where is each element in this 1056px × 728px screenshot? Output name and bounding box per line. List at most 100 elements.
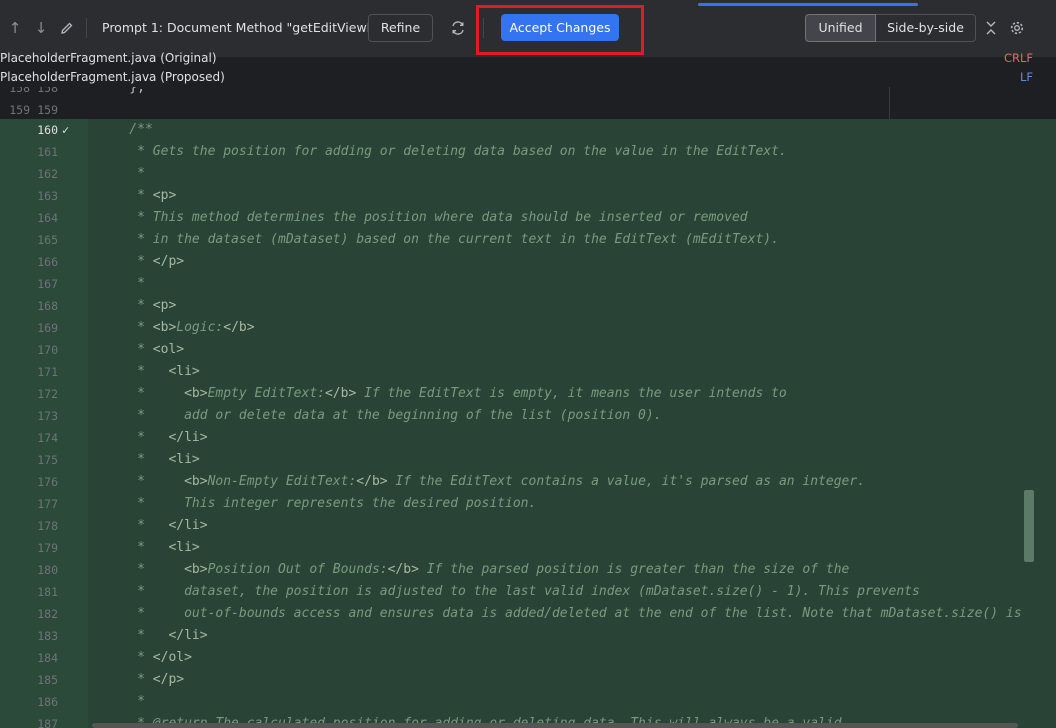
new-line-number: 159 — [37, 103, 58, 117]
added-line: 186 * — [0, 691, 1040, 713]
added-line: 183 * </li> — [0, 625, 1040, 647]
code-text: * </p> — [98, 254, 185, 269]
added-line: 168 * <p> — [0, 295, 1040, 317]
code-text: * <li> — [98, 364, 200, 379]
code-text: * </li> — [98, 430, 208, 445]
code-text: * <p> — [98, 298, 177, 313]
line-number: 173 — [37, 409, 58, 423]
code-text: * This method determines the position wh… — [98, 210, 748, 225]
line-number: 186 — [37, 695, 58, 709]
line-number: 181 — [37, 585, 58, 599]
code-text: * out-of-bounds access and ensures data … — [98, 606, 1022, 621]
added-line: 182 * out-of-bounds access and ensures d… — [0, 603, 1040, 625]
unified-toggle[interactable]: Unified — [805, 14, 876, 42]
line-number: 172 — [37, 387, 58, 401]
arrow-up-icon[interactable]: ↑ — [5, 17, 25, 39]
context-line: 158 158 }; — [0, 87, 1040, 99]
added-line: 160 ✓ /** — [0, 119, 1040, 141]
code-text: * </li> — [98, 628, 208, 643]
line-number: 180 — [37, 563, 58, 577]
code-text: * <b>Position Out of Bounds:</b> If the … — [98, 562, 850, 577]
code-text: * </p> — [98, 672, 185, 687]
added-line: 175 * <li> — [0, 449, 1040, 471]
line-number: 179 — [37, 541, 58, 555]
added-line: 185 * </p> — [0, 669, 1040, 691]
line-number: 161 — [37, 145, 58, 159]
line-number: 187 — [37, 717, 58, 728]
prompt-title: Prompt 1: Document Method "getEditViewP.… — [102, 20, 385, 35]
line-number: 167 — [37, 277, 58, 291]
horizontal-scrollbar[interactable] — [92, 723, 1018, 728]
added-line: 163 * <p> — [0, 185, 1040, 207]
code-text: * <b>Non-Empty EditText:</b> If the Edit… — [98, 474, 866, 489]
added-line: 161 * Gets the position for adding or de… — [0, 141, 1040, 163]
diff-editor[interactable]: 158 158 }; 159 159 160 ✓ /** 161 * Gets the po… — [0, 87, 1056, 728]
line-number: 162 — [37, 167, 58, 181]
separator — [86, 18, 87, 38]
added-line: 162 * — [0, 163, 1040, 185]
old-line-number: 158 — [9, 87, 30, 95]
original-eol: CRLF — [1003, 51, 1033, 65]
line-number: 176 — [37, 475, 58, 489]
proposed-file-label: PlaceholderFragment.java (Proposed) — [0, 70, 225, 84]
code-text: * <b>Logic:</b> — [98, 320, 255, 335]
added-line: 170 * <ol> — [0, 339, 1040, 361]
code-text: * <li> — [98, 540, 200, 555]
added-line: 181 * dataset, the position is adjusted … — [0, 581, 1040, 603]
added-line: 173 * add or delete data at the beginnin… — [0, 405, 1040, 427]
code-text: * </li> — [98, 518, 208, 533]
vertical-scrollbar[interactable] — [1024, 490, 1034, 562]
checkmark-icon: ✓ — [62, 123, 70, 137]
line-number: 160 — [37, 123, 58, 137]
code-text: * add or delete data at the beginning of… — [98, 408, 662, 423]
original-file-label: PlaceholderFragment.java (Original) — [0, 51, 217, 65]
line-number: 174 — [37, 431, 58, 445]
added-line: 165 * in the dataset (mDataset) based on… — [0, 229, 1040, 251]
new-line-number: 158 — [37, 87, 58, 95]
code-text: * — [98, 694, 145, 709]
line-number: 164 — [37, 211, 58, 225]
line-number: 183 — [37, 629, 58, 643]
added-line: 179 * <li> — [0, 537, 1040, 559]
code-text: * <li> — [98, 452, 200, 467]
code-text: * — [98, 166, 145, 181]
added-line: 169 * <b>Logic:</b> — [0, 317, 1040, 339]
added-line: 172 * <b>Empty EditText:</b> If the Edit… — [0, 383, 1040, 405]
line-number: 169 — [37, 321, 58, 335]
tab-indicator — [698, 3, 918, 6]
pencil-icon[interactable] — [57, 17, 77, 39]
proposed-eol: LF — [1019, 70, 1033, 84]
side-by-side-toggle[interactable]: Side-by-side — [876, 14, 976, 42]
collapse-icon[interactable] — [981, 17, 1001, 39]
line-number: 185 — [37, 673, 58, 687]
line-number: 166 — [37, 255, 58, 269]
line-number: 170 — [37, 343, 58, 357]
line-number: 178 — [37, 519, 58, 533]
line-number: 165 — [37, 233, 58, 247]
line-number: 168 — [37, 299, 58, 313]
code-text: }; — [98, 87, 145, 95]
added-line: 180 * <b>Position Out of Bounds:</b> If … — [0, 559, 1040, 581]
added-line: 166 * </p> — [0, 251, 1040, 273]
line-number: 182 — [37, 607, 58, 621]
code-text: * dataset, the position is adjusted to t… — [98, 584, 920, 599]
code-text: * — [98, 276, 145, 291]
code-text: * Gets the position for adding or deleti… — [98, 144, 787, 159]
code-text: * </ol> — [98, 650, 192, 665]
code-text: * <p> — [98, 188, 177, 203]
old-line-number: 159 — [9, 103, 30, 117]
refresh-icon[interactable] — [448, 17, 468, 39]
added-line: 164 * This method determines the positio… — [0, 207, 1040, 229]
highlight-annotation — [476, 5, 644, 55]
refine-button[interactable]: Refine — [368, 14, 433, 42]
arrow-down-icon[interactable]: ↓ — [31, 17, 51, 39]
line-number: 171 — [37, 365, 58, 379]
gear-icon[interactable] — [1007, 17, 1027, 39]
code-text: * This integer represents the desired po… — [98, 496, 537, 511]
line-number: 163 — [37, 189, 58, 203]
code-text: * <ol> — [98, 342, 185, 357]
added-line: 171 * <li> — [0, 361, 1040, 383]
added-line: 167 * — [0, 273, 1040, 295]
code-text: /** — [98, 122, 153, 137]
code-text: * in the dataset (mDataset) based on the… — [98, 232, 779, 247]
